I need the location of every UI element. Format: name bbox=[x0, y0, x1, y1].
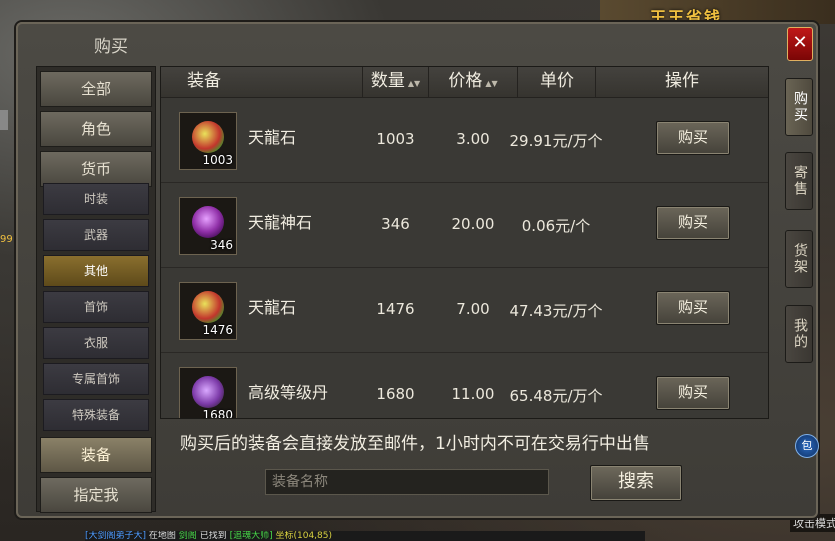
category-all[interactable]: 全部 bbox=[40, 71, 152, 107]
item-stack-count: 1476 bbox=[202, 323, 233, 337]
subcategory-other[interactable]: 其他 bbox=[43, 255, 149, 287]
subcategory-weapon[interactable]: 武器 bbox=[43, 219, 149, 251]
item-unit-price: 0.06元/个 bbox=[521, 217, 591, 235]
item-stack-count: 1680 bbox=[202, 408, 233, 419]
item-name: 天龍石 bbox=[248, 128, 297, 147]
tab-mine[interactable]: 我的 bbox=[785, 305, 813, 363]
buy-button[interactable]: 购买 bbox=[656, 121, 730, 155]
buy-button[interactable]: 购买 bbox=[656, 206, 730, 240]
subcategory-special-equipment[interactable]: 特殊装备 bbox=[43, 399, 149, 431]
chat-segment: 在地图 bbox=[148, 531, 176, 541]
item-name: 天龍石 bbox=[248, 298, 297, 317]
bag-icon[interactable]: 包 bbox=[795, 434, 819, 458]
category-equipment[interactable]: 装备 bbox=[40, 437, 152, 473]
column-header-label: 价格 bbox=[448, 71, 483, 91]
category-currency[interactable]: 货币 bbox=[40, 151, 152, 187]
buy-button[interactable]: 购买 bbox=[656, 291, 730, 325]
column-header-unit-price: 单价 bbox=[518, 67, 596, 97]
chat-segment: 已找到 bbox=[199, 531, 227, 541]
sort-icon: ▲▼ bbox=[407, 79, 421, 88]
item-stack-count: 346 bbox=[210, 238, 233, 252]
subcategory-clothes[interactable]: 衣服 bbox=[43, 327, 149, 359]
tianlong-divine-stone-icon bbox=[192, 206, 224, 238]
chat-segment: [追魂大师] bbox=[229, 531, 273, 541]
search-input[interactable] bbox=[265, 469, 549, 495]
item-stack-count: 1003 bbox=[202, 153, 233, 167]
item-quantity: 1476 bbox=[376, 300, 415, 318]
item-thumbnail[interactable]: 1003 bbox=[179, 112, 237, 170]
chat-line: [大剑阁弟子大] 在地图 剑阁 已找到 [追魂大师] 坐标(104,85) bbox=[85, 531, 645, 541]
category-assigned-to-me[interactable]: 指定我 bbox=[40, 477, 152, 513]
item-unit-price: 29.91元/万个 bbox=[509, 132, 603, 150]
item-unit-price: 65.48元/万个 bbox=[509, 387, 603, 405]
item-quantity: 1680 bbox=[376, 385, 415, 403]
item-name: 天龍神石 bbox=[248, 213, 313, 232]
category-character[interactable]: 角色 bbox=[40, 111, 152, 147]
category-menu: 全部 角色 货币 时装 武器 其他 首饰 衣服 专属首饰 特殊装备 装备 指定我 bbox=[36, 66, 156, 513]
chat-segment: 剑阁 bbox=[178, 531, 197, 541]
item-name: 高级等级丹 bbox=[248, 383, 329, 402]
column-header-quantity[interactable]: 数量 ▲▼ bbox=[363, 67, 428, 97]
column-header-item: 装备 bbox=[161, 67, 361, 97]
item-quantity: 346 bbox=[381, 215, 410, 233]
left-hud-bar bbox=[0, 110, 8, 130]
left-hud-number: 99 bbox=[0, 234, 13, 245]
tianlong-stone-icon bbox=[192, 121, 224, 153]
item-thumbnail[interactable]: 1680 bbox=[179, 367, 237, 419]
tianlong-stone-icon bbox=[192, 291, 224, 323]
table-row: 1003 天龍石 1003 3.00 29.91元/万个 购买 bbox=[161, 98, 768, 183]
tab-shelf[interactable]: 货架 bbox=[785, 230, 813, 288]
item-thumbnail[interactable]: 346 bbox=[179, 197, 237, 255]
column-header-label: 操作 bbox=[665, 71, 699, 91]
tab-consign[interactable]: 寄售 bbox=[785, 152, 813, 210]
column-header-action: 操作 bbox=[596, 67, 768, 97]
column-header-label: 单价 bbox=[540, 71, 574, 91]
window-title: 购买 bbox=[94, 37, 128, 57]
buy-button[interactable]: 购买 bbox=[656, 376, 730, 410]
subcategory-jewelry[interactable]: 首饰 bbox=[43, 291, 149, 323]
purchase-notice: 购买后的装备会直接发放至邮件，1小时内不可在交易行中出售 bbox=[180, 434, 650, 454]
item-quantity: 1003 bbox=[376, 130, 415, 148]
column-header-label: 装备 bbox=[187, 71, 221, 91]
item-unit-price: 47.43元/万个 bbox=[509, 302, 603, 320]
table-header: 装备 数量 ▲▼ 价格 ▲▼ 单价 操作 bbox=[161, 67, 768, 98]
chat-segment: 坐标(104,85) bbox=[275, 531, 332, 541]
table-row: 1680 高级等级丹 1680 11.00 65.48元/万个 购买 bbox=[161, 353, 768, 419]
sort-icon: ▲▼ bbox=[485, 79, 498, 88]
close-button[interactable]: ✕ bbox=[787, 27, 813, 61]
search-button[interactable]: 搜索 bbox=[590, 465, 682, 501]
table-row: 1476 天龍石 1476 7.00 47.43元/万个 购买 bbox=[161, 268, 768, 353]
tab-buy[interactable]: 购买 bbox=[785, 78, 813, 136]
column-header-price[interactable]: 价格 ▲▼ bbox=[429, 67, 517, 97]
item-thumbnail[interactable]: 1476 bbox=[179, 282, 237, 340]
subcategory-exclusive-jewelry[interactable]: 专属首饰 bbox=[43, 363, 149, 395]
chat-segment: [大剑阁弟子大] bbox=[85, 531, 147, 541]
listing-table: 装备 数量 ▲▼ 价格 ▲▼ 单价 操作 1003 天龍石 1003 3.00 29… bbox=[160, 66, 769, 419]
column-header-label: 数量 bbox=[370, 71, 405, 91]
subcategory-fashion[interactable]: 时装 bbox=[43, 183, 149, 215]
high-level-pill-icon bbox=[192, 376, 224, 408]
table-row: 346 天龍神石 346 20.00 0.06元/个 购买 bbox=[161, 183, 768, 268]
